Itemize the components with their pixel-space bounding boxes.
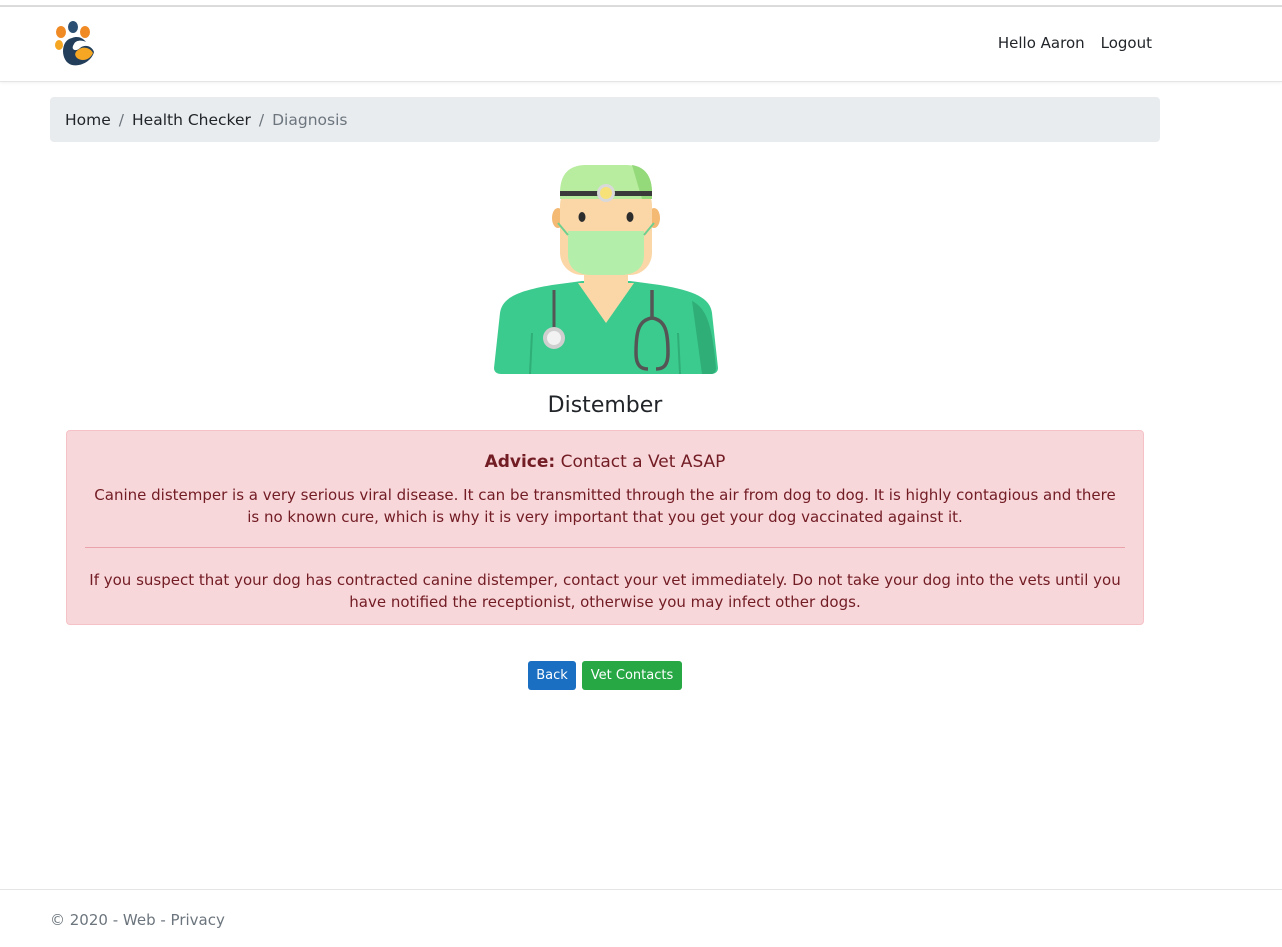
back-button[interactable]: Back: [528, 661, 576, 690]
breadcrumb-current: Diagnosis: [272, 110, 348, 129]
greeting-text: Hello Aaron: [997, 34, 1085, 52]
advice-text: Contact a Vet ASAP: [555, 452, 726, 472]
vet-contacts-button[interactable]: Vet Contacts: [582, 661, 682, 690]
footer: © 2020 - Web - Privacy: [50, 911, 225, 929]
navbar: Hello Aaron Logout: [0, 7, 1282, 82]
advice-label: Advice:: [484, 452, 556, 472]
action-buttons: Back Vet Contacts: [528, 661, 682, 690]
breadcrumb: Home / Health Checker / Diagnosis: [50, 97, 1160, 142]
advice-alert: Advice: Contact a Vet ASAP Canine distem…: [66, 430, 1144, 625]
footer-copyright: © 2020 - Web -: [50, 911, 171, 929]
advice-heading: Advice: Contact a Vet ASAP: [67, 452, 1143, 472]
privacy-link[interactable]: Privacy: [171, 911, 225, 929]
breadcrumb-health-checker[interactable]: Health Checker: [132, 111, 251, 129]
alert-divider: [85, 547, 1125, 548]
breadcrumb-separator: /: [258, 110, 265, 129]
diagnosis-title: Distember: [547, 393, 663, 418]
nav-user-area: Hello Aaron Logout: [998, 34, 1152, 52]
diagnosis-instructions: If you suspect that your dog has contrac…: [89, 571, 1121, 611]
footer-divider: [0, 889, 1282, 890]
breadcrumb-separator: /: [118, 110, 125, 129]
logout-link[interactable]: Logout: [1101, 34, 1152, 52]
breadcrumb-home[interactable]: Home: [65, 111, 111, 129]
doctor-avatar-icon: [492, 163, 720, 375]
paw-logo-icon[interactable]: [52, 20, 98, 68]
diagnosis-description: Canine distemper is a very serious viral…: [94, 486, 1116, 526]
